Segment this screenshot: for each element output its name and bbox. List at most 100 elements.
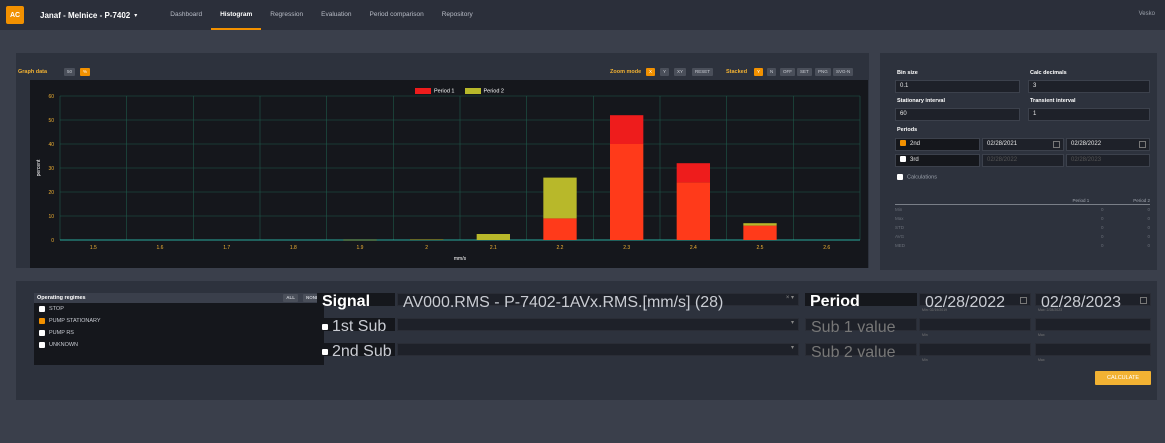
period-label: Period xyxy=(805,293,917,310)
zoom-x-button[interactable]: X xyxy=(646,68,656,76)
calculations-toggle[interactable]: Calculations xyxy=(897,174,937,180)
checkbox-icon[interactable] xyxy=(39,341,45,348)
checkbox-icon[interactable] xyxy=(322,348,328,355)
x-tick-label: 2.1 xyxy=(490,245,497,251)
checkbox-icon[interactable] xyxy=(39,305,45,312)
period-to-date[interactable]: 02/28/2023 xyxy=(1035,293,1151,311)
chart-controls: Graph data 50 % Zoom mode X Y XY RESET S… xyxy=(16,68,869,78)
x-tick-label: 2.4 xyxy=(690,245,697,251)
checkbox-icon[interactable] xyxy=(39,317,45,324)
tab-repository[interactable]: Repository xyxy=(433,0,482,30)
table-row: MED 0 0 xyxy=(895,243,1150,248)
table-header: Period 1 Period 2 xyxy=(895,196,1150,205)
calendar-icon[interactable] xyxy=(1020,297,1027,304)
y-tick-label: 10 xyxy=(48,214,54,220)
period-2nd-to-date[interactable]: 02/28/2022 xyxy=(1066,138,1150,151)
regime-item-stop[interactable]: STOP xyxy=(34,303,324,315)
y-tick-label: 30 xyxy=(48,166,54,172)
stationary-interval-label: Stationary interval xyxy=(897,98,945,104)
y-tick-label: 40 xyxy=(48,142,54,148)
stacked-off-button[interactable]: OFF xyxy=(780,68,795,76)
calc-decimals-input[interactable]: 3 xyxy=(1028,80,1150,93)
graph-data-percent-button[interactable]: % xyxy=(80,68,91,76)
tab-evaluation[interactable]: Evaluation xyxy=(312,0,360,30)
period-row-2nd[interactable]: 2nd xyxy=(895,138,980,151)
chevron-down-icon: ▾ xyxy=(790,320,794,326)
second-sub-toggle[interactable]: 2nd Sub xyxy=(317,343,395,360)
sub2-min-input[interactable] xyxy=(919,343,1031,356)
first-sub-select[interactable]: ▾ xyxy=(397,318,799,331)
sub1-max-input[interactable] xyxy=(1035,318,1151,331)
y-tick-label: 0 xyxy=(51,238,54,244)
signal-label: Signal xyxy=(317,293,395,310)
period-3rd-to-date[interactable]: 02/28/2023 xyxy=(1066,154,1150,167)
stacked-no-button[interactable]: N xyxy=(767,68,777,76)
bin-size-input[interactable]: 0.1 xyxy=(895,80,1020,93)
x-tick-label: 1.7 xyxy=(223,245,230,251)
bar-segment xyxy=(610,115,644,144)
checkbox-icon[interactable] xyxy=(900,156,906,163)
stationary-interval-input[interactable]: 60 xyxy=(895,108,1020,121)
sub1-min-input[interactable] xyxy=(919,318,1031,331)
operating-regimes: Operating regimes ALL NONE STOP PUMP STA… xyxy=(34,293,324,365)
project-selector[interactable]: Janaf - Melnice - P-7402 ▾ xyxy=(40,11,137,20)
y-tick-label: 50 xyxy=(48,118,54,124)
table-row: STD 0 0 xyxy=(895,225,1150,230)
bar-segment xyxy=(743,225,777,240)
user-name[interactable]: Vesko xyxy=(1139,11,1155,17)
tab-regression[interactable]: Regression xyxy=(261,0,312,30)
period-3rd-from-date[interactable]: 02/28/2022 xyxy=(982,154,1064,167)
select-all-button[interactable]: ALL xyxy=(283,294,298,302)
stacked-yes-button[interactable]: Y xyxy=(754,68,764,76)
tab-period-comparison[interactable]: Period comparison xyxy=(361,0,433,30)
x-tick-label: 2 xyxy=(425,245,428,251)
x-tick-label: 2.5 xyxy=(757,245,764,251)
checkbox-icon[interactable] xyxy=(322,323,328,330)
graph-data-count-button[interactable]: 50 xyxy=(64,68,76,76)
period-2nd-from-date[interactable]: 02/28/2021 xyxy=(982,138,1064,151)
zoom-y-button[interactable]: Y xyxy=(660,68,670,76)
legend-item-period-2[interactable]: Period 2 xyxy=(464,88,504,94)
zoom-xy-button[interactable]: XY xyxy=(674,68,687,76)
calendar-icon[interactable] xyxy=(1139,141,1146,148)
calendar-icon[interactable] xyxy=(1140,297,1147,304)
legend-item-period-1[interactable]: Period 1 xyxy=(415,88,455,94)
checkbox-icon[interactable] xyxy=(39,329,45,336)
calendar-icon[interactable] xyxy=(1053,141,1060,148)
first-sub-toggle[interactable]: 1st Sub xyxy=(317,318,395,335)
x-tick-label: 2.6 xyxy=(823,245,830,251)
second-sub-select[interactable]: ▾ xyxy=(397,343,799,356)
regime-item-unknown[interactable]: UNKNOWN xyxy=(34,339,324,351)
bar-segment xyxy=(610,144,644,240)
zoom-reset-button[interactable]: RESET xyxy=(692,68,714,76)
period-row-3rd[interactable]: 3rd xyxy=(895,154,980,167)
sub2-max-hint: Max xyxy=(1038,358,1045,362)
y-axis-label: percent xyxy=(36,159,42,176)
transient-interval-input[interactable]: 1 xyxy=(1028,108,1150,121)
x-tick-label: 2.3 xyxy=(623,245,630,251)
app-logo[interactable]: AC xyxy=(6,6,24,24)
nav-tabs: Dashboard Histogram Regression Evaluatio… xyxy=(161,0,482,30)
bar-segment xyxy=(676,163,710,183)
export-svg-button[interactable]: SVG-N xyxy=(833,68,854,76)
period-from-date[interactable]: 02/28/2022 xyxy=(919,293,1031,311)
calculate-button[interactable]: CALCULATE xyxy=(1095,371,1151,385)
checkbox-icon[interactable] xyxy=(900,140,906,147)
regime-item-pump-rs[interactable]: PUMP RS xyxy=(34,327,324,339)
x-tick-label: 2.2 xyxy=(557,245,564,251)
checkbox-icon[interactable] xyxy=(897,174,903,180)
signal-select[interactable]: AV000.RMS - P-7402-1AVx.RMS.[mm/s] (28) ×… xyxy=(397,293,799,311)
sub1-max-hint: Max xyxy=(1038,333,1045,337)
histogram-svg: 0 10 20 30 40 50 60 1.5 1.6 1.7 1.8 1.9 2 2.1 2.2 2.3 2.… xyxy=(36,94,861,262)
sub2-max-input[interactable] xyxy=(1035,343,1151,356)
export-png-button[interactable]: PNG xyxy=(815,68,831,76)
regime-item-pump-stationary[interactable]: PUMP STATIONARY xyxy=(34,315,324,327)
tab-dashboard[interactable]: Dashboard xyxy=(161,0,211,30)
stacked-set-button[interactable]: SET xyxy=(797,68,812,76)
tab-histogram[interactable]: Histogram xyxy=(211,0,262,30)
graph-data-label: Graph data xyxy=(18,69,48,75)
histogram-chart: Period 1 Period 2 0 10 20 30 40 50 60 1.5 1.6 1.7… xyxy=(30,80,868,268)
sub1-value-label: Sub 1 value xyxy=(805,318,917,336)
calc-decimals-label: Calc decimals xyxy=(1030,70,1067,76)
bin-size-label: Bin size xyxy=(897,70,918,76)
